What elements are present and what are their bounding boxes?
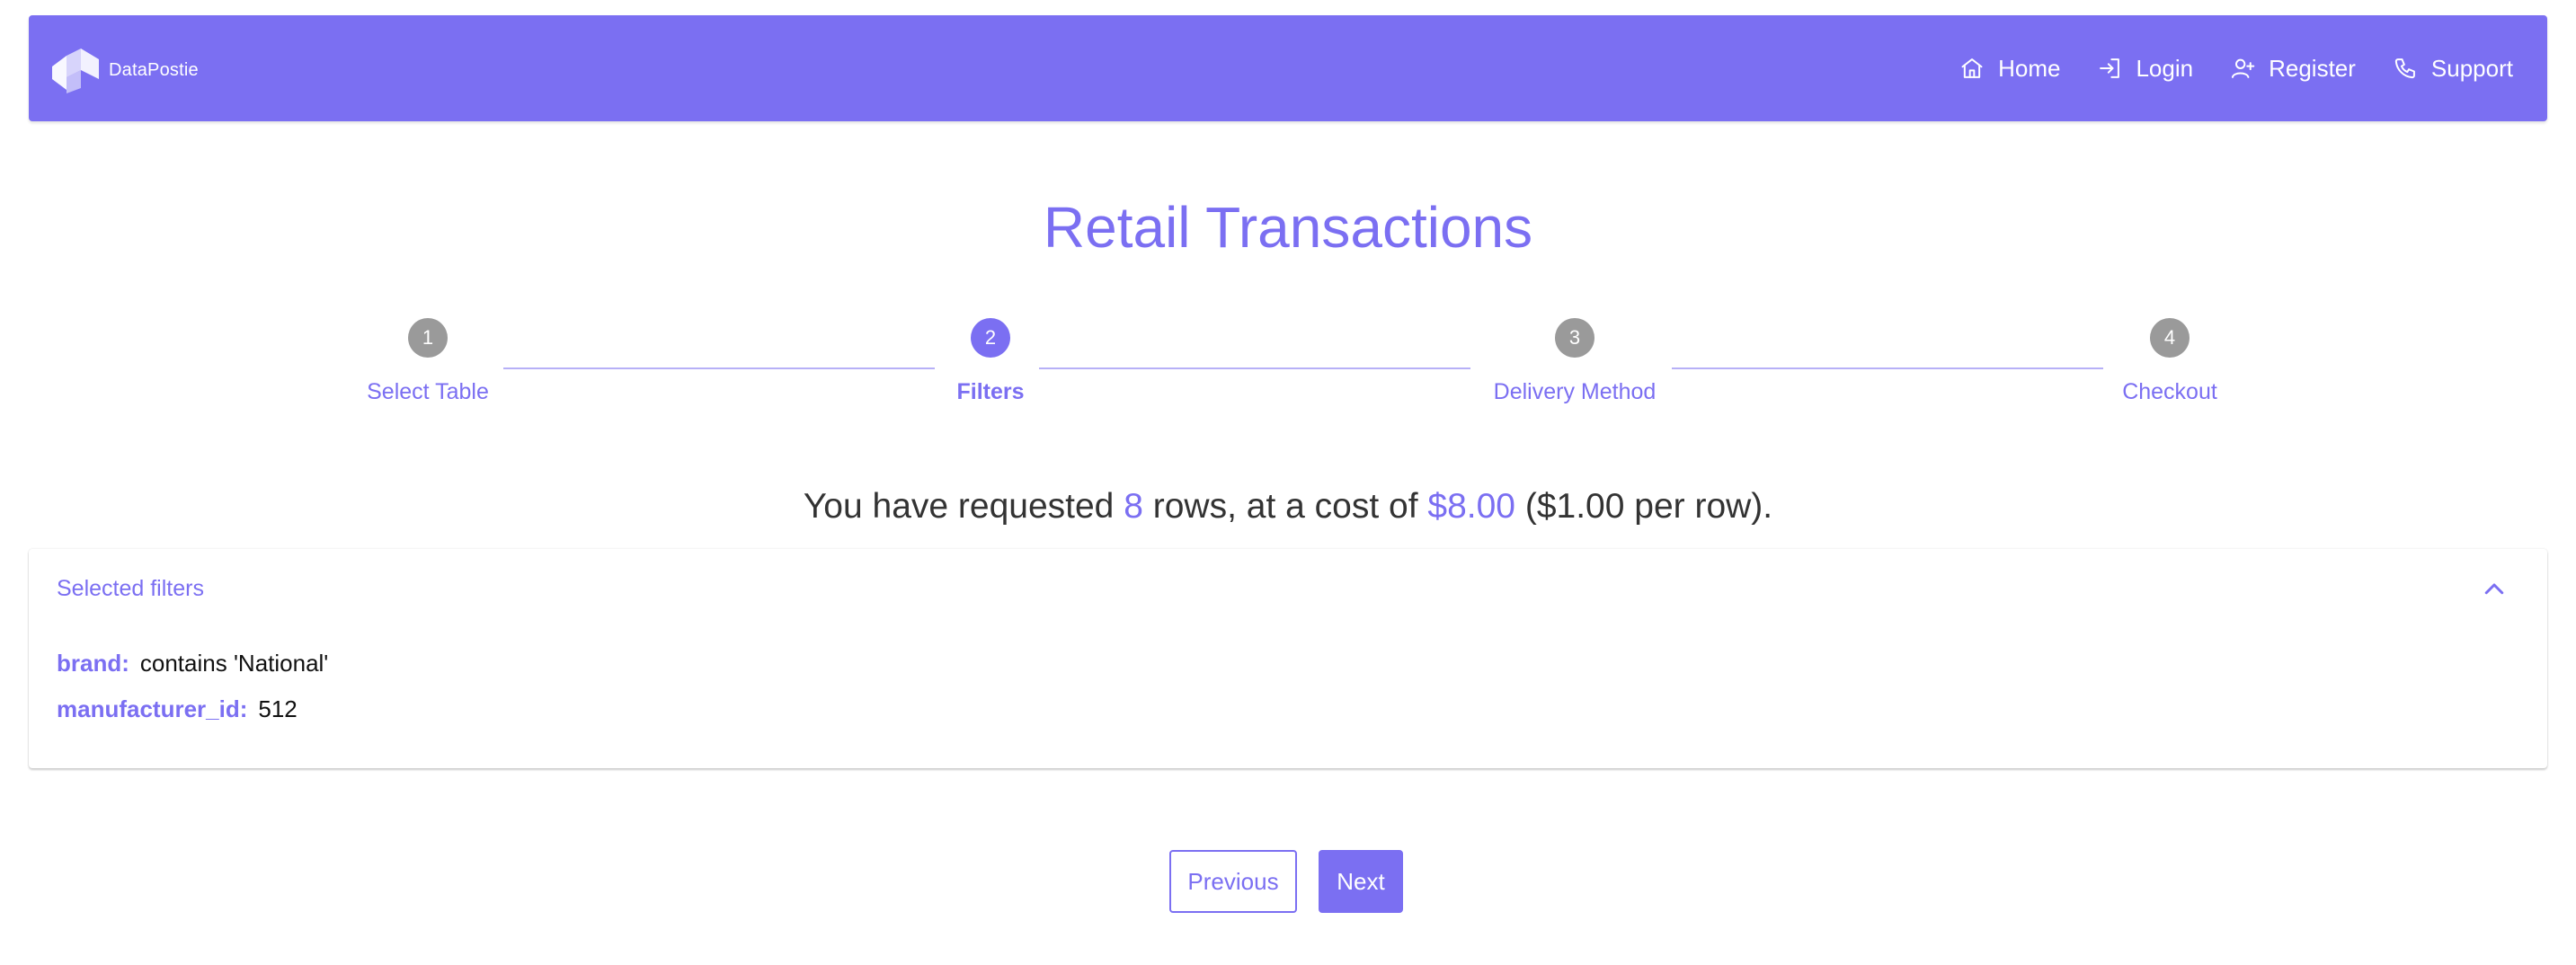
- selected-filters-panel: Selected filters brand: contains 'Nationa…: [29, 549, 2547, 768]
- selected-filters-title: Selected filters: [57, 576, 204, 601]
- step-select-table[interactable]: 1 Select Table: [284, 318, 572, 405]
- request-summary: You have requested 8 rows, at a cost of …: [0, 482, 2576, 532]
- row-count: 8: [1124, 487, 1143, 526]
- step-delivery-method[interactable]: 3 Delivery Method: [1431, 318, 1719, 405]
- filter-row: manufacturer_id: 512: [57, 695, 298, 723]
- step-number: 3: [1555, 318, 1594, 358]
- next-button[interactable]: Next: [1319, 850, 1403, 913]
- step-number: 1: [408, 318, 448, 358]
- checkout-stepper: 1 Select Table 2 Filters 3 Delivery Meth…: [0, 0, 2576, 431]
- previous-button[interactable]: Previous: [1169, 850, 1297, 913]
- step-label: Select Table: [367, 379, 489, 404]
- summary-middle: rows, at a cost of: [1142, 487, 1428, 526]
- filter-row: brand: contains 'National': [57, 650, 328, 677]
- step-label: Checkout: [2122, 379, 2217, 404]
- step-number: 4: [2150, 318, 2190, 358]
- step-filters[interactable]: 2 Filters: [847, 318, 1134, 405]
- step-number: 2: [971, 318, 1010, 358]
- selected-filters-header[interactable]: Selected filters: [29, 549, 2547, 630]
- step-label: Delivery Method: [1493, 379, 1657, 404]
- filter-key: manufacturer_id:: [57, 695, 248, 722]
- chevron-up-icon: [2484, 583, 2504, 595]
- filter-value: contains 'National': [139, 650, 329, 677]
- step-label: Filters: [956, 379, 1025, 404]
- total-cost: $8.00: [1427, 487, 1515, 526]
- summary-suffix: ($1.00 per row).: [1515, 487, 1773, 526]
- summary-prefix: You have requested: [803, 487, 1124, 526]
- step-checkout[interactable]: 4 Checkout: [2026, 318, 2314, 405]
- filter-value: 512: [258, 695, 298, 722]
- collapse-toggle[interactable]: [2481, 576, 2508, 603]
- filter-key: brand:: [57, 650, 129, 677]
